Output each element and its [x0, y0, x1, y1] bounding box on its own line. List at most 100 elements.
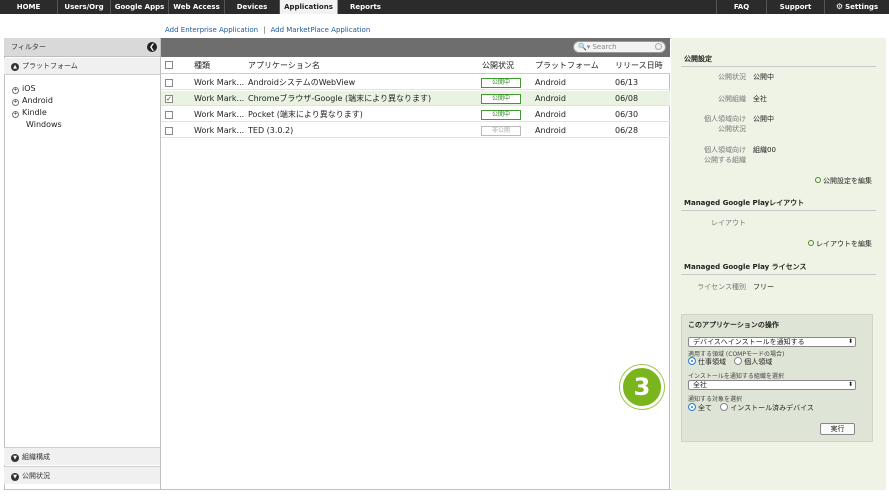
platform-list: + iOS + Android + Kindle Windows — [12, 83, 62, 131]
radio-selected-icon — [688, 357, 696, 365]
chevron-down-icon: ▼ — [11, 473, 19, 481]
chevron-up-icon: ▲ — [11, 63, 19, 71]
operation-select[interactable]: デバイスへインストールを通知する ⬍ — [688, 337, 856, 347]
divider — [681, 66, 876, 67]
radio-work-label: 仕事領域 — [698, 358, 726, 366]
tab-users-org[interactable]: Users/Org — [58, 0, 111, 14]
table-row[interactable]: Work Mark... AndroidシステムのWebView 公開中 And… — [161, 75, 670, 90]
tab-google-apps[interactable]: Google Apps — [111, 0, 169, 14]
edit-publish-link[interactable]: 公開設定を編集 — [815, 176, 872, 186]
updown-arrow-icon: ⬍ — [847, 381, 853, 388]
platform-item-windows[interactable]: Windows — [12, 119, 62, 131]
target-radio-group: 全て インストール済みデバイス — [688, 403, 814, 413]
circle-icon — [808, 240, 814, 246]
platform-item-label: iOS — [22, 84, 36, 93]
edit-publish-label: 公開設定を編集 — [823, 177, 872, 185]
row-platform: Android — [535, 78, 566, 87]
search-icon: 🔍▾ — [578, 43, 593, 51]
clear-search-icon[interactable] — [655, 43, 662, 50]
platform-item-label: Android — [22, 96, 53, 105]
personal-org-label-1: 個人領域向け — [704, 146, 746, 154]
row-app-name: TED (3.0.2) — [248, 126, 294, 135]
row-checkbox[interactable] — [165, 111, 173, 119]
tab-web-access[interactable]: Web Access — [169, 0, 225, 14]
org-select[interactable]: 全社 ⬍ — [688, 380, 856, 390]
radio-work-domain[interactable]: 仕事領域 — [688, 357, 726, 366]
row-platform: Android — [535, 94, 566, 103]
tab-applications[interactable]: Applications — [280, 0, 338, 14]
row-app-name: AndroidシステムのWebView — [248, 78, 356, 87]
tab-settings[interactable]: ⚙ Settings — [824, 0, 889, 14]
row-checkbox[interactable] — [165, 127, 173, 135]
org-section-header[interactable]: ▼ 組織構成 — [4, 447, 160, 465]
pub-status-value: 公開中 — [753, 73, 774, 81]
status-badge: 公開中 — [481, 78, 521, 88]
expand-icon: + — [12, 99, 19, 106]
table-row[interactable]: ✓ Work Mark... Chromeブラウザ-Google (端末により異… — [161, 91, 670, 106]
radio-target-installed[interactable]: インストール済みデバイス — [720, 403, 814, 412]
status-badge: 非公開 — [481, 126, 521, 136]
filter-header: フィルター ❮ — [4, 38, 160, 57]
platform-item-android[interactable]: + Android — [12, 95, 62, 107]
tab-devices[interactable]: Devices — [225, 0, 280, 14]
row-date: 06/28 — [615, 126, 639, 135]
col-platform[interactable]: プラットフォーム — [535, 57, 599, 74]
row-date: 06/13 — [615, 78, 639, 87]
collapse-left-icon[interactable]: ❮ — [147, 42, 157, 52]
operation-title: このアプリケーションの操作 — [688, 321, 779, 329]
link-separator: | — [263, 26, 266, 34]
add-enterprise-link[interactable]: Add Enterprise Application — [165, 26, 258, 34]
radio-target-all[interactable]: 全て — [688, 403, 712, 412]
expand-icon: + — [12, 87, 19, 94]
row-kind: Work Mark... — [194, 126, 244, 135]
personal-org-value: 組織00 — [753, 146, 776, 154]
add-marketplace-link[interactable]: Add MarketPlace Application — [270, 26, 370, 34]
row-app-name: Pocket (端末により異なります) — [248, 110, 363, 119]
status-badge: 公開中 — [481, 110, 521, 120]
table-row[interactable]: Work Mark... TED (3.0.2) 非公開 Android 06/… — [161, 123, 670, 138]
updown-arrow-icon: ⬍ — [847, 338, 853, 345]
row-checkbox[interactable] — [165, 79, 173, 87]
target-label: 通知する対象を選択 — [688, 396, 743, 403]
row-kind: Work Mark... — [194, 78, 244, 87]
app-operation-box: このアプリケーションの操作 デバイスへインストールを通知する ⬍ 適用する領域 (… — [681, 314, 873, 442]
org-label: 組織構成 — [22, 453, 50, 461]
search-input[interactable]: 🔍▾ Search — [573, 41, 666, 53]
col-app-name[interactable]: アプリケーション名 — [248, 57, 320, 74]
circle-icon — [815, 177, 821, 183]
chevron-down-icon: ▼ — [11, 454, 19, 462]
edit-layout-link[interactable]: レイアウトを編集 — [808, 239, 872, 249]
tab-home[interactable]: HOME — [0, 0, 58, 14]
org-select-label: インストールを通知する組織を選択 — [688, 373, 784, 380]
gear-icon: ⚙ — [835, 2, 844, 11]
row-date: 06/30 — [615, 110, 639, 119]
platform-item-kindle[interactable]: + Kindle — [12, 107, 62, 119]
divider — [681, 274, 876, 275]
org-select-value: 全社 — [693, 381, 707, 389]
add-links: Add Enterprise Application | Add MarketPla… — [165, 26, 370, 34]
run-button[interactable]: 実行 — [820, 423, 855, 435]
personal-status-value: 公開中 — [753, 115, 774, 123]
license-title: Managed Google Play ライセンス — [684, 263, 807, 271]
layout-label: レイアウト — [711, 219, 746, 227]
row-checkbox[interactable]: ✓ — [165, 95, 173, 103]
tab-reports[interactable]: Reports — [338, 0, 393, 14]
platform-section-header[interactable]: ▲ プラットフォーム — [4, 58, 160, 75]
search-placeholder: Search — [592, 43, 617, 51]
platform-item-ios[interactable]: + iOS — [12, 83, 62, 95]
platform-item-label: Kindle — [22, 108, 47, 117]
col-kind[interactable]: 種類 — [194, 57, 210, 74]
filter-label: フィルター — [11, 43, 46, 51]
select-all-checkbox[interactable] — [165, 61, 173, 69]
row-kind: Work Mark... — [194, 94, 244, 103]
table-row[interactable]: Work Mark... Pocket (端末により異なります) 公開中 And… — [161, 107, 670, 122]
step-number-badge: 3 — [620, 365, 664, 409]
status-section-header[interactable]: ▼ 公開状況 — [4, 466, 160, 484]
radio-personal-domain[interactable]: 個人領域 — [734, 357, 772, 366]
col-release-date[interactable]: リリース日時 — [615, 57, 663, 74]
col-status[interactable]: 公開状況 — [482, 57, 514, 74]
pub-org-label: 公開組織 — [718, 95, 746, 103]
tab-faq[interactable]: FAQ — [716, 0, 766, 14]
tab-support[interactable]: Support — [766, 0, 824, 14]
row-platform: Android — [535, 110, 566, 119]
